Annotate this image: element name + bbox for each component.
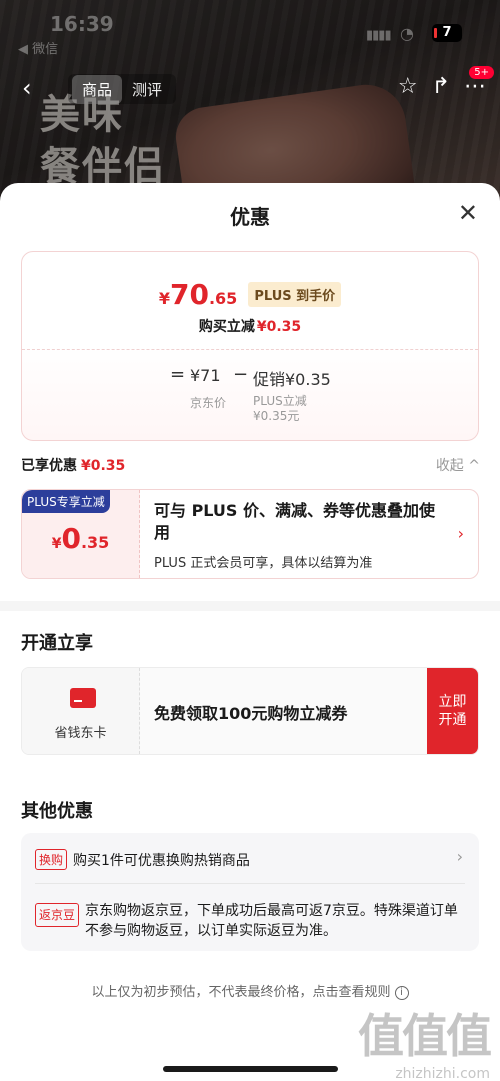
chevron-right-icon: › (457, 524, 464, 543)
membership-card-offer: 省钱东卡 免费领取100元购物立减券 立即 开通 (21, 667, 479, 755)
battery-icon: 7 (432, 24, 462, 42)
message-badge: 5+ (469, 66, 494, 79)
jingdou-text: 京东购物返京豆，下单成功后最高可返7京豆。特殊渠道订单不参与购物返豆，以订单实际… (85, 903, 458, 939)
collapse-toggle[interactable]: 收起 ^ (436, 455, 480, 475)
price-decimal: .65 (208, 289, 238, 308)
jd-price: ¥71 (190, 366, 221, 385)
price-integer: 70 (169, 278, 209, 311)
price-summary: ¥70.65 PLUS 到手价 购买立减 ¥0.35 (22, 252, 478, 350)
open-now-button[interactable]: 立即 开通 (427, 668, 478, 754)
product-navbar: ‹ 商品 测评 ☆ ↱ ⋯ 5+ (0, 66, 500, 106)
list-item-jingdou: 返京豆 京东购物返京豆，下单成功后最高可返7京豆。特殊渠道订单不参与购物返豆，以订… (35, 901, 465, 941)
final-price-row: ¥70.65 PLUS 到手价 (22, 278, 478, 311)
info-icon: i (394, 986, 409, 1000)
open-now-line1: 立即 (438, 694, 467, 710)
plus-currency: ¥ (51, 536, 62, 552)
plus-badge: PLUS专享立减 (22, 490, 110, 513)
home-indicator[interactable] (163, 1066, 338, 1072)
back-to-app[interactable]: ◀ 微信 (18, 38, 58, 57)
tab-product[interactable]: 商品 (72, 74, 123, 104)
promo-label-line1: PLUS立减 (253, 394, 307, 408)
other-offers-list: 换购 购买1件可优惠换购热销商品 › 返京豆 京东购物返京豆，下单成功后最高可返7京… (21, 833, 479, 951)
list-item-trade-in[interactable]: 换购 购买1件可优惠换购热销商品 (35, 849, 465, 870)
product-tabs: 商品 测评 (68, 74, 177, 104)
jd-price-label: 京东价 (190, 396, 227, 410)
other-section-title: 其他优惠 (21, 801, 93, 822)
plus-subtext: PLUS 正式会员可享，具体以结算为准 (154, 556, 373, 571)
card-offer-text: 免费领取100元购物立减券 (154, 704, 348, 723)
site-watermark: 值值值 zhizhizhi.com (358, 1000, 492, 1081)
close-icon[interactable]: ✕ (458, 199, 478, 227)
promo-label-line2: ¥0.35元 (253, 409, 300, 423)
jingdou-tag: 返京豆 (35, 903, 80, 927)
list-divider (35, 883, 465, 884)
sheet-title: 优惠 (230, 205, 270, 229)
plus-discount-card[interactable]: PLUS专享立减 ¥0.35 可与 PLUS 价、满减、券等优惠叠加使用 PLU… (21, 489, 479, 579)
enjoyed-amount: ¥0.35 (81, 458, 126, 474)
favorite-star-icon[interactable]: ☆ (398, 74, 418, 99)
promo-amount: 促销¥0.35 (253, 370, 331, 389)
section-divider (0, 601, 500, 611)
watermark-url: zhizhizhi.com (395, 1066, 490, 1081)
plus-price-tag: PLUS 到手价 (248, 282, 342, 307)
open-section-title: 开通立享 (21, 633, 93, 654)
card-label: 省钱东卡 (54, 726, 107, 741)
save-label: 购买立减 (198, 319, 255, 335)
credit-card-icon (70, 688, 96, 708)
save-row: 购买立减 ¥0.35 (22, 316, 478, 336)
enjoyed-label: 已享优惠 (21, 458, 77, 474)
trade-in-text: 购买1件可优惠换购热销商品 (73, 853, 250, 869)
price-currency: ¥ (158, 289, 170, 308)
chevron-right-icon: › (456, 847, 463, 866)
watermark-logo: 值值值 (358, 1009, 492, 1063)
footnote-text: 以上仅为初步预估，不代表最终价格，点击查看规则 (91, 985, 391, 1000)
promo-label: PLUS立减 ¥0.35元 (253, 394, 307, 424)
status-bar: 16:39 ◀ 微信 ▮▮▮▮ ◔ 7 (0, 8, 500, 57)
status-time: 16:39 (50, 12, 114, 36)
price-formula: = ¥71 京东价 − 促销¥0.35 PLUS立减 ¥0.35元 (22, 362, 478, 432)
rules-footnote[interactable]: 以上仅为初步预估，不代表最终价格，点击查看规则 i (0, 981, 500, 1000)
plus-description: 可与 PLUS 价、满减、券等优惠叠加使用 (154, 501, 436, 542)
open-now-line2: 开通 (438, 712, 467, 728)
plus-amount-int: 0 (61, 522, 81, 555)
plus-amount: ¥0.35 (22, 522, 139, 555)
enjoyed-discount: 已享优惠 ¥0.35 (21, 455, 125, 475)
price-card: ¥70.65 PLUS 到手价 购买立减 ¥0.35 = ¥71 京东价 − 促销… (21, 251, 479, 441)
plus-coupon-stub: PLUS专享立减 ¥0.35 (22, 490, 140, 578)
trade-in-tag: 换购 (35, 849, 68, 870)
tab-review[interactable]: 测评 (122, 75, 172, 104)
wifi-icon: ◔ (400, 24, 414, 43)
save-amount: ¥0.35 (256, 319, 302, 335)
formula-equals: = (170, 364, 186, 385)
back-arrow-icon[interactable]: ‹ (22, 74, 32, 102)
share-icon[interactable]: ↱ (432, 74, 450, 99)
formula-minus: − (233, 364, 249, 385)
discount-sheet: 优惠 ✕ ¥70.65 PLUS 到手价 购买立减 ¥0.35 = ¥71 京东价… (0, 183, 500, 1081)
plus-amount-dec: .35 (80, 533, 110, 552)
signal-icon: ▮▮▮▮ (366, 28, 392, 43)
card-stub: 省钱东卡 (22, 668, 140, 754)
